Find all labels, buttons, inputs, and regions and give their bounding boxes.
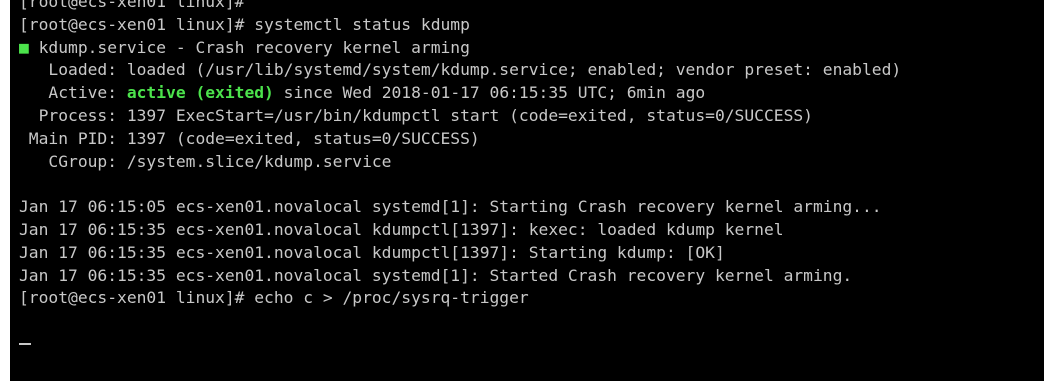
log-line: Jan 17 06:15:05 ecs-xen01.novalocal syst… (19, 197, 882, 217)
terminal-output: [root@ecs-xen01 linux]# [root@ecs-xen01 … (19, 0, 1044, 356)
service-line: ■ kdump.service - Crash recovery kernel … (19, 37, 1044, 60)
cursor-line[interactable] (19, 333, 1044, 356)
service-title: kdump.service - Crash recovery kernel ar… (28, 37, 470, 57)
log-line: Jan 17 06:15:35 ecs-xen01.novalocal kdum… (19, 242, 725, 262)
active-label: Active: (19, 83, 127, 103)
prompt-sysrq-trigger: [root@ecs-xen01 linux]# echo c > /proc/s… (19, 288, 529, 308)
log-line: Jan 17 06:15:35 ecs-xen01.novalocal syst… (19, 265, 853, 285)
cgroup-line: CGroup: /system.slice/kdump.service (19, 151, 392, 171)
cut-off-prompt-line: [root@ecs-xen01 linux]# (19, 0, 245, 11)
active-line: Active: active (exited) since Wed 2018-0… (19, 82, 1044, 105)
loaded-line: Loaded: loaded (/usr/lib/systemd/system/… (19, 60, 902, 80)
status-bullet-icon: ■ (19, 37, 29, 57)
prompt-systemctl-status: [root@ecs-xen01 linux]# systemctl status… (19, 14, 470, 34)
terminal-window[interactable]: [root@ecs-xen01 linux]# [root@ecs-xen01 … (10, 0, 1044, 381)
log-line: Jan 17 06:15:35 ecs-xen01.novalocal kdum… (19, 219, 784, 239)
active-since: since Wed 2018-01-17 06:15:35 UTC; 6min … (273, 83, 706, 103)
main-pid-line: Main PID: 1397 (code=exited, status=0/SU… (19, 128, 480, 148)
active-status: active (exited) (126, 83, 274, 103)
process-line: Process: 1397 ExecStart=/usr/bin/kdumpct… (19, 105, 813, 125)
text-cursor (19, 343, 31, 346)
